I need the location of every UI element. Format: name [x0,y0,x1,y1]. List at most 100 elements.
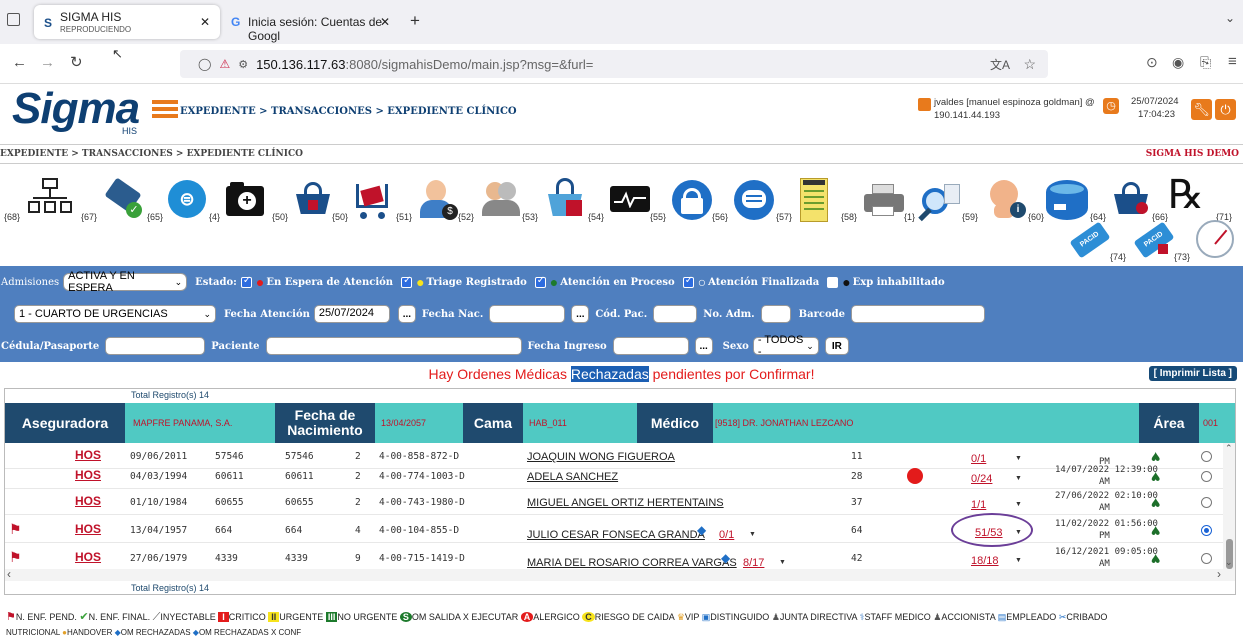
fecha-ingreso-picker-button[interactable]: ... [694,337,713,355]
fecha-atencion-picker-button[interactable]: ... [397,305,416,323]
translate-icon[interactable]: 文A [990,56,1010,73]
search-document-icon[interactable] [918,178,962,222]
blue-badge-icon[interactable]: ⊜ [166,178,210,222]
close-icon[interactable]: ✕ [380,15,390,29]
paciente-input[interactable] [265,337,522,355]
gauge-icon[interactable] [1196,220,1236,260]
baby-info-icon[interactable]: i [984,178,1028,222]
patient-id-tag-alert-icon[interactable]: PACID [1133,221,1175,259]
patient-order-count-link[interactable]: 8/17 [743,557,764,569]
extensions-icon[interactable]: ⎘ [1200,54,1211,71]
checklist-icon[interactable] [800,178,828,222]
url-bar[interactable]: ◯ ⚠ ⚙ 150.136.117.63 :8080/sigmahisDemo/… [180,50,1048,78]
admisiones-select[interactable]: ACTIVA Y EN ESPERA ⌄ [63,270,188,294]
tag-check-icon[interactable]: ✓ [102,177,146,222]
menu-icon[interactable]: ≡ [1228,53,1237,70]
tipo-link[interactable]: HOS [75,522,101,536]
select-row-radio[interactable] [1201,553,1212,564]
order-count-link[interactable]: 1/1 [971,499,986,511]
dropdown-caret-icon[interactable]: ▼ [749,531,756,538]
back-arrow-icon[interactable]: ← [12,54,27,71]
checkbox-triage[interactable] [401,275,413,288]
new-tab-plus-icon[interactable]: + [410,11,420,31]
tab-google-login[interactable]: G Inicia sesión: Cuentas de Googl ✕ [222,5,400,43]
patient-name-link[interactable]: MARIA DEL ROSARIO CORREA VARGAS [527,557,737,569]
select-row-radio[interactable] [1201,497,1212,508]
basket-icon[interactable] [292,178,336,222]
no-adm-input[interactable] [760,305,791,323]
close-icon[interactable]: ✕ [200,15,210,29]
select-row-radio[interactable] [1201,471,1212,482]
table-row[interactable]: ⚑ HOS 27/06/1979 4339 4339 9 4-00-715-1419-D MA… [5,547,1235,571]
dropdown-caret-icon[interactable]: ▼ [1015,475,1022,482]
dropdown-caret-icon[interactable]: ▼ [1015,557,1022,564]
table-row[interactable]: ⚑ HOS 13/04/1957 664 664 4 4-00-104-855-D JULIO… [5,513,1235,547]
bookmark-star-icon[interactable]: ☆ [1023,56,1036,73]
org-chart-icon[interactable] [28,178,72,222]
area-select[interactable]: 1 - CUARTO DE URGENCIAS ⌄ [14,305,216,323]
patient-id-tag-icon[interactable]: PACID [1069,221,1111,259]
sigma-logo[interactable]: Sigma HIS [12,84,152,142]
fecha-nac-input[interactable] [489,305,566,323]
dropdown-caret-icon[interactable]: ▼ [1015,501,1022,508]
tab-list-icon[interactable] [7,13,20,26]
table-row[interactable]: HOS 04/03/1994 60611 60611 2 4-00-774-1003-D A… [5,465,1235,489]
dropdown-caret-icon[interactable]: ▼ [1015,455,1022,462]
fecha-atencion-input[interactable]: 25/07/2024 [313,305,390,323]
rejected-order-icon[interactable]: ◆ [721,551,730,565]
reload-icon[interactable]: ↻ [70,53,83,71]
order-count-link[interactable]: 18/18 [971,555,999,567]
cedula-input[interactable] [105,337,206,355]
prescription-rx-icon[interactable]: ℞ [1168,172,1212,222]
patient-name-link[interactable]: ADELA SANCHEZ [527,471,618,483]
chat-icon[interactable] [732,178,776,222]
vital-monitor-icon[interactable] [608,178,652,222]
print-list-button[interactable]: [ Imprimir Lista ] [1148,366,1237,381]
tab-sigma-his[interactable]: S SIGMA HIS REPRODUCIENDO ✕ [34,5,220,39]
tools-wrench-button[interactable]: 🔧︎ [1191,99,1212,120]
horizontal-scrollbar[interactable]: ‹ › [5,567,1235,581]
vertical-scrollbar[interactable]: ⌃ ⌄ [1223,443,1235,569]
checkbox-atencion-finalizada[interactable] [682,275,694,288]
tipo-link[interactable]: HOS [75,494,101,508]
wristband-icon[interactable] [1046,178,1090,222]
tipo-link[interactable]: HOS [75,448,101,462]
folder-add-icon[interactable]: + [224,178,268,222]
cart-icon[interactable] [350,178,394,222]
select-row-radio[interactable] [1201,525,1212,536]
staff-group-icon[interactable] [478,178,522,222]
patient-name-link[interactable]: MIGUEL ANGEL ORTIZ HERTENTAINS [527,497,724,509]
lock-icon[interactable] [670,178,714,222]
checkbox-en-espera[interactable] [240,275,252,288]
table-row[interactable]: HOS 01/10/1984 60655 60655 2 4-00-743-1980-D M… [5,491,1235,515]
pocket-icon[interactable]: ⊙ [1146,54,1158,71]
dropdown-caret-icon[interactable]: ▼ [779,559,786,566]
fecha-ingreso-input[interactable] [612,337,689,355]
tool-code: {4} [209,212,221,222]
basket-list-icon[interactable] [544,178,588,222]
account-icon[interactable]: ◉ [1172,54,1184,71]
patient-name-link[interactable]: JOAQUIN WONG FIGUEROA [527,451,675,463]
doctor-payment-icon[interactable]: $ [416,178,460,222]
barcode-input[interactable] [850,305,985,323]
logout-power-button[interactable]: ⏻ [1215,99,1236,120]
sexo-select[interactable]: - TODOS - ⌄ [752,334,819,358]
cod-pac-input[interactable] [653,305,698,323]
tipo-link[interactable]: HOS [75,468,101,482]
list-tabs-chevron-icon[interactable]: ⌄ [1225,11,1235,25]
forward-arrow-icon[interactable]: → [40,54,55,71]
printer-icon[interactable] [862,178,906,222]
rejected-order-icon[interactable]: ◆ [697,523,706,537]
checkbox-atencion-proceso[interactable] [534,275,546,288]
patient-order-count-link[interactable]: 0/1 [719,529,734,541]
fecha-nac-picker-button[interactable]: ... [571,305,590,323]
tipo-link[interactable]: HOS [75,550,101,564]
patient-name-link[interactable]: JULIO CESAR FONSECA GRANDA [527,529,705,541]
select-row-radio[interactable] [1201,451,1212,462]
checkbox-exp-inhabilitado[interactable] [827,276,839,288]
order-count-link[interactable]: 0/1 [971,453,986,465]
hamburger-menu-icon[interactable] [152,100,178,118]
ir-button[interactable]: IR [824,337,849,355]
order-count-link[interactable]: 0/24 [971,473,992,485]
basket-remove-icon[interactable] [1110,178,1154,222]
